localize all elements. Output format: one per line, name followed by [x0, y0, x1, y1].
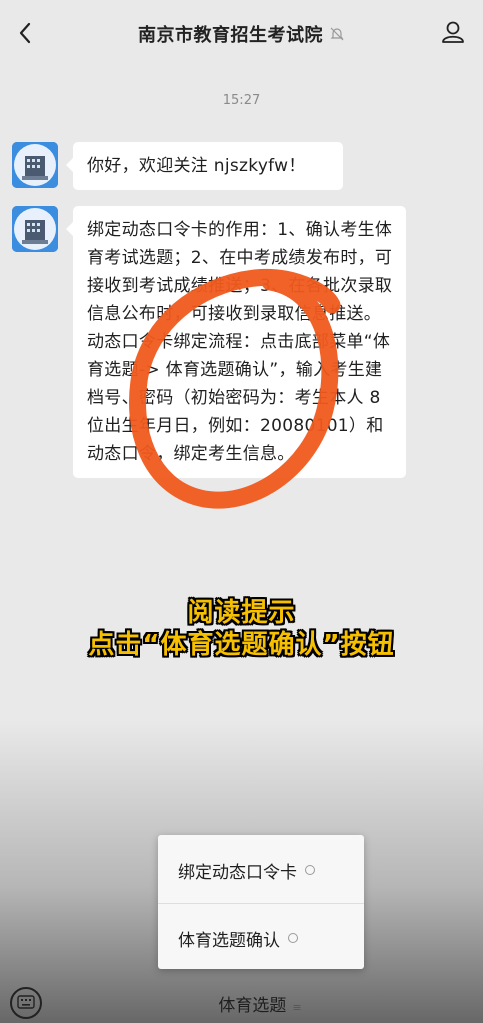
menu-item-sport-selection-confirm[interactable]: 体育选题确认 [158, 905, 364, 971]
message-bubble[interactable]: 你好，欢迎关注 njszkyfw！ [66, 142, 343, 190]
menu-item-bind-token-card[interactable]: 绑定动态口令卡 [158, 837, 364, 903]
circle-icon [288, 933, 298, 943]
bell-off-icon [329, 26, 345, 42]
message-timestamp: 15:27 [222, 93, 261, 108]
message-bubble[interactable]: 绑定动态口令卡的作用：1、确认考生体育考试选题；2、在中考成绩发布时，可接收到考… [66, 206, 406, 478]
menu-item-label: 绑定动态口令卡 [178, 862, 297, 883]
page-title: 南京市教育招生考试院 [138, 25, 323, 46]
submenu-popup: 绑定动态口令卡 体育选题确认 [158, 835, 364, 969]
message-text: 你好，欢迎关注 njszkyfw！ [87, 156, 306, 176]
message-text: 绑定动态口令卡的作用：1、确认考生体育考试选题；2、在中考成绩发布时，可接收到考… [87, 220, 393, 464]
person-icon [440, 19, 466, 49]
menu-item-label: 体育选题确认 [178, 930, 280, 951]
title-group: 南京市教育招生考试院 [138, 21, 345, 47]
menu-tab-label: 体育选题 [218, 996, 287, 1016]
caption-text: 点击“体育选题确认”按钮 [88, 630, 395, 660]
bottom-menu-bar: 体育选题 ≡ [0, 985, 483, 1023]
menu-tab-sport-selection[interactable]: 体育选题 ≡ [180, 991, 340, 1016]
circle-icon [305, 865, 315, 875]
avatar[interactable] [12, 142, 58, 188]
back-button[interactable] [10, 20, 40, 50]
avatar[interactable] [12, 206, 58, 252]
divider [158, 903, 364, 904]
keyboard-icon [17, 994, 35, 1013]
chat-header: 南京市教育招生考试院 [0, 0, 483, 72]
menu-lines-icon: ≡ [292, 1001, 302, 1014]
chevron-left-icon [18, 22, 32, 48]
profile-button[interactable] [437, 18, 469, 50]
keyboard-toggle-button[interactable] [10, 987, 42, 1019]
